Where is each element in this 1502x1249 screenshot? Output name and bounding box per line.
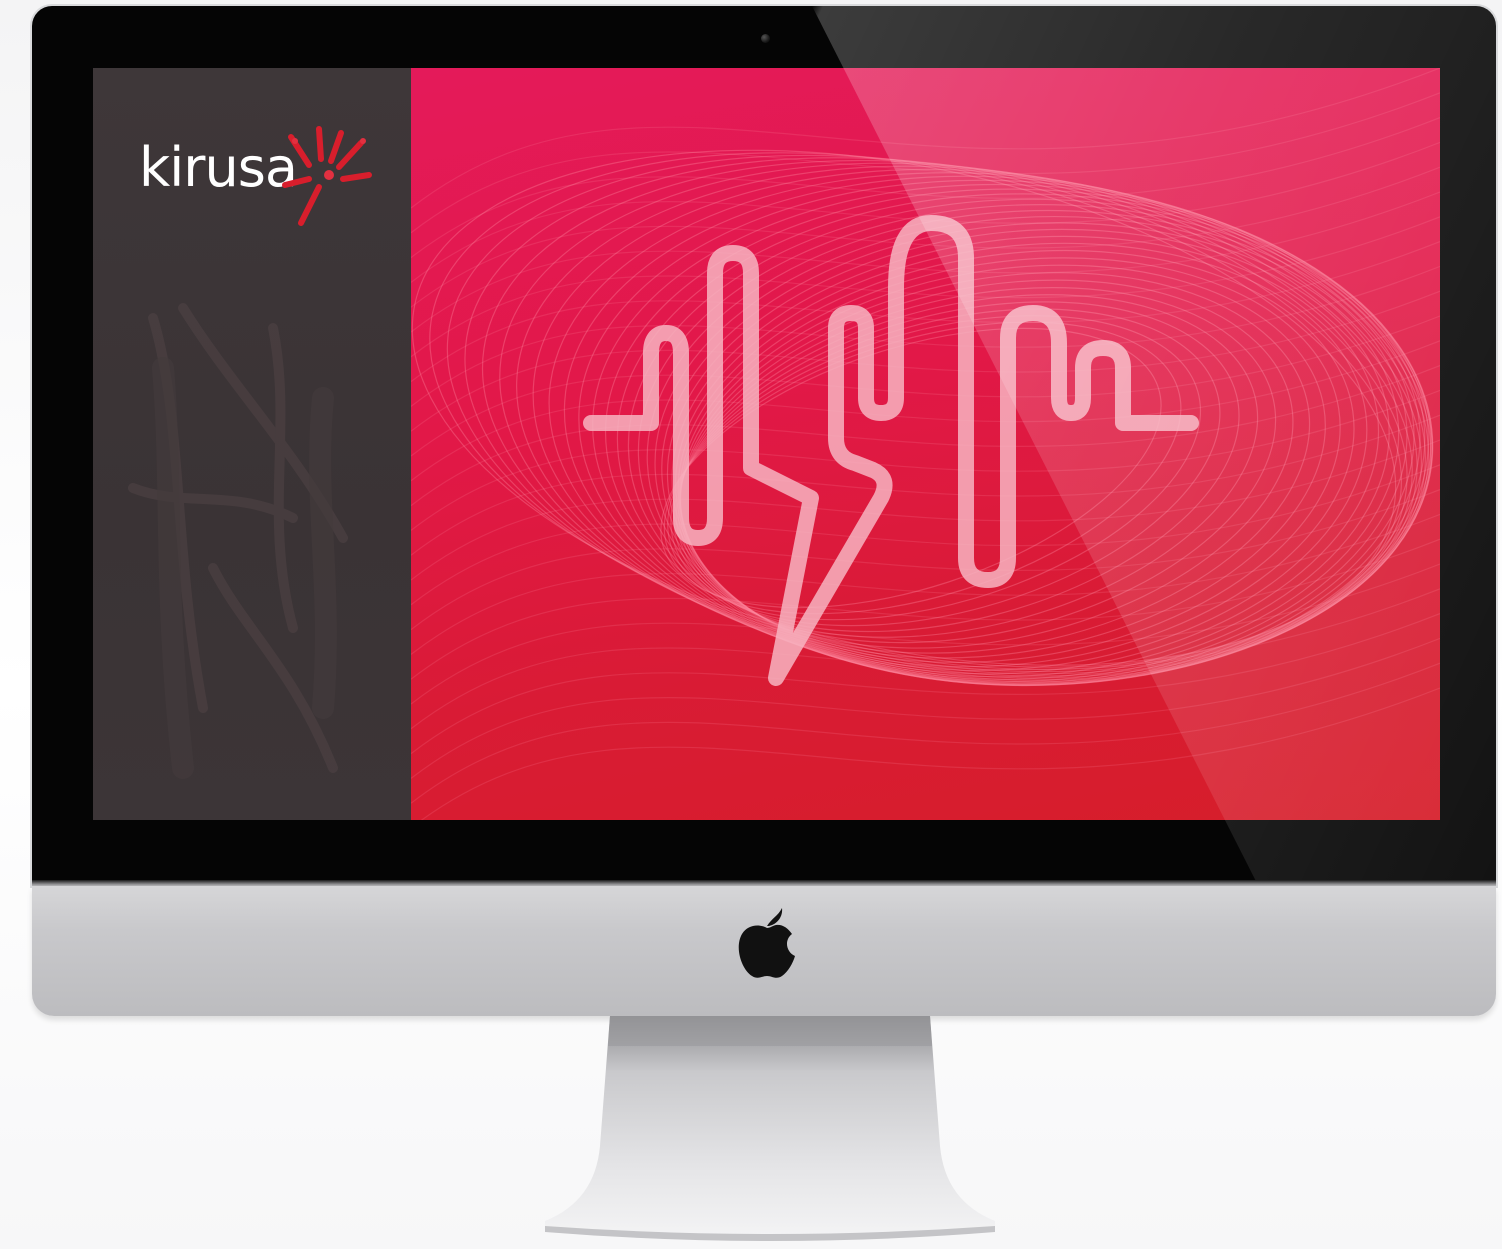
sound-wave-icon [583, 215, 1199, 686]
camera-icon [761, 34, 770, 43]
brand-logo-text: kirusa [139, 136, 298, 199]
sidebar: kirusa [93, 68, 411, 820]
scene: kirusa [0, 0, 1502, 1249]
apple-logo-icon [738, 908, 795, 978]
monitor-screen: kirusa [93, 68, 1440, 820]
brand-logo: kirusa [139, 123, 379, 233]
monitor-bezel: kirusa [32, 6, 1496, 886]
red-burst-icon [282, 126, 372, 226]
monitor-stand [545, 1016, 995, 1241]
hero-panel [411, 68, 1440, 820]
